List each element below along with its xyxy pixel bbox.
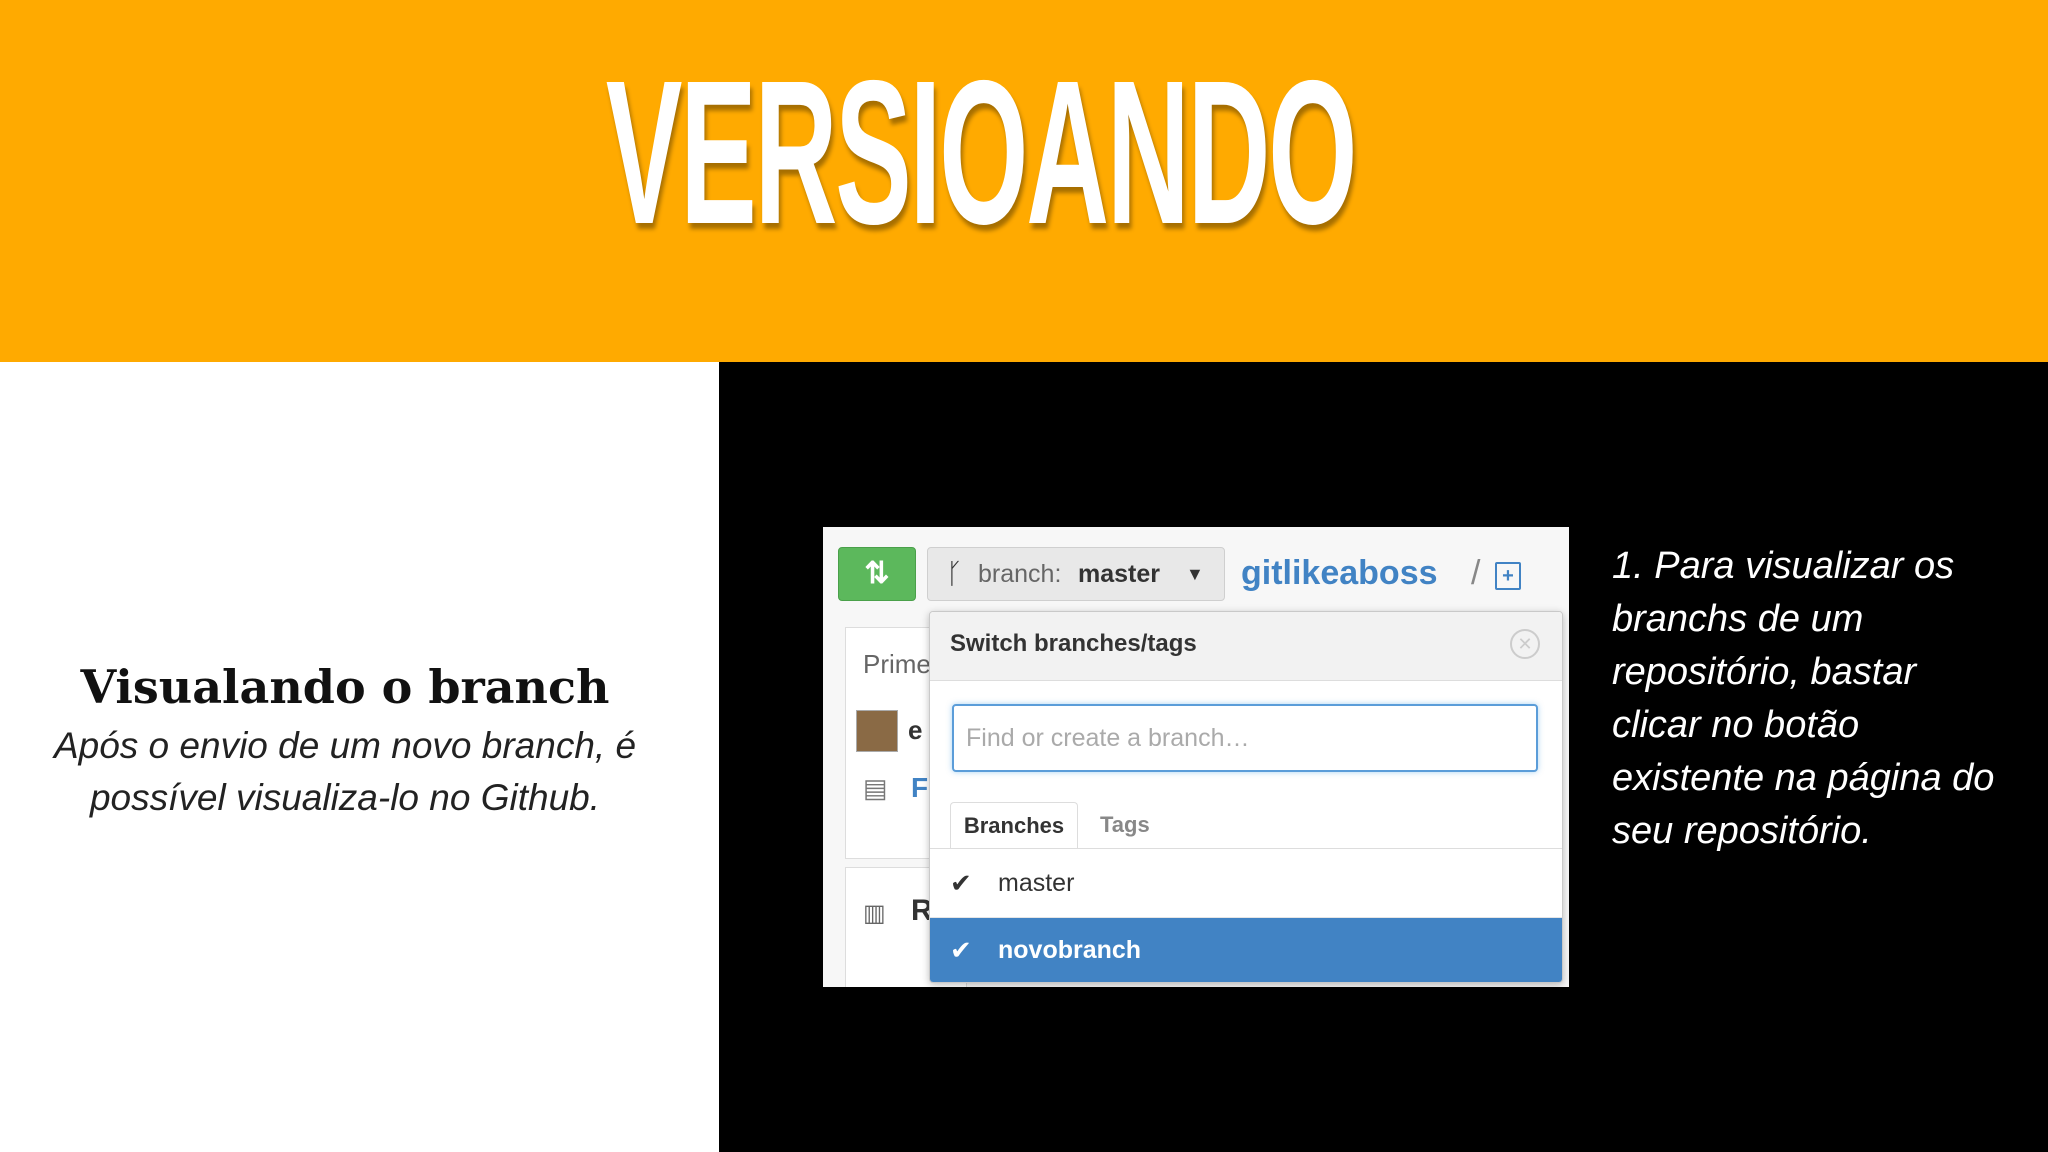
github-screenshot: ⇅ ᚴ branch: master ▼ gitlikeaboss / + Pr…: [823, 527, 1569, 987]
git-branch-icon: ᚴ: [946, 558, 963, 589]
instruction-note: 1. Para visualizar os branchs de um repo…: [1612, 545, 1995, 852]
branch-current-value: master: [1078, 560, 1160, 588]
tab-tags[interactable]: Tags: [1100, 802, 1150, 848]
chevron-down-icon: ▼: [1186, 564, 1204, 584]
avatar: [856, 710, 898, 752]
branch-item-master[interactable]: ✔ master: [930, 849, 1562, 918]
section-heading: Visualando o branch: [80, 660, 610, 714]
repo-separator: /: [1471, 554, 1481, 592]
check-icon: ✔: [950, 935, 972, 965]
new-file-icon[interactable]: +: [1495, 562, 1521, 590]
slide-title: VERSIOANDO: [605, 38, 1358, 267]
background-link[interactable]: F: [911, 772, 928, 804]
branch-select-button[interactable]: ᚴ branch: master ▼: [927, 547, 1225, 601]
background-text: e: [908, 715, 923, 745]
close-icon[interactable]: ✕: [1510, 629, 1540, 659]
branch-item-novobranch[interactable]: ✔ novobranch: [930, 918, 1562, 982]
repo-name-link[interactable]: gitlikeaboss: [1241, 547, 1438, 599]
branch-item-label: novobranch: [998, 936, 1142, 964]
section-body: Após o envio de um novo branch, é possív…: [53, 725, 637, 818]
dropdown-title: Switch branches/tags: [950, 630, 1197, 657]
book-icon: ▥: [863, 900, 886, 927]
check-icon: ✔: [950, 868, 972, 898]
branch-label: branch:: [978, 560, 1062, 588]
tab-branches[interactable]: Branches: [950, 802, 1078, 849]
dropdown-header: Switch branches/tags ✕: [930, 612, 1562, 681]
compare-arrows-icon: ⇅: [864, 557, 890, 590]
branch-item-label: master: [998, 869, 1075, 897]
compare-button[interactable]: ⇅: [838, 547, 916, 601]
branch-search-input[interactable]: [952, 704, 1538, 772]
branch-dropdown: Switch branches/tags ✕ Branches Tags ✔ m…: [929, 611, 1563, 983]
background-text: Prime: [863, 649, 931, 679]
document-icon: ▤: [863, 773, 888, 803]
